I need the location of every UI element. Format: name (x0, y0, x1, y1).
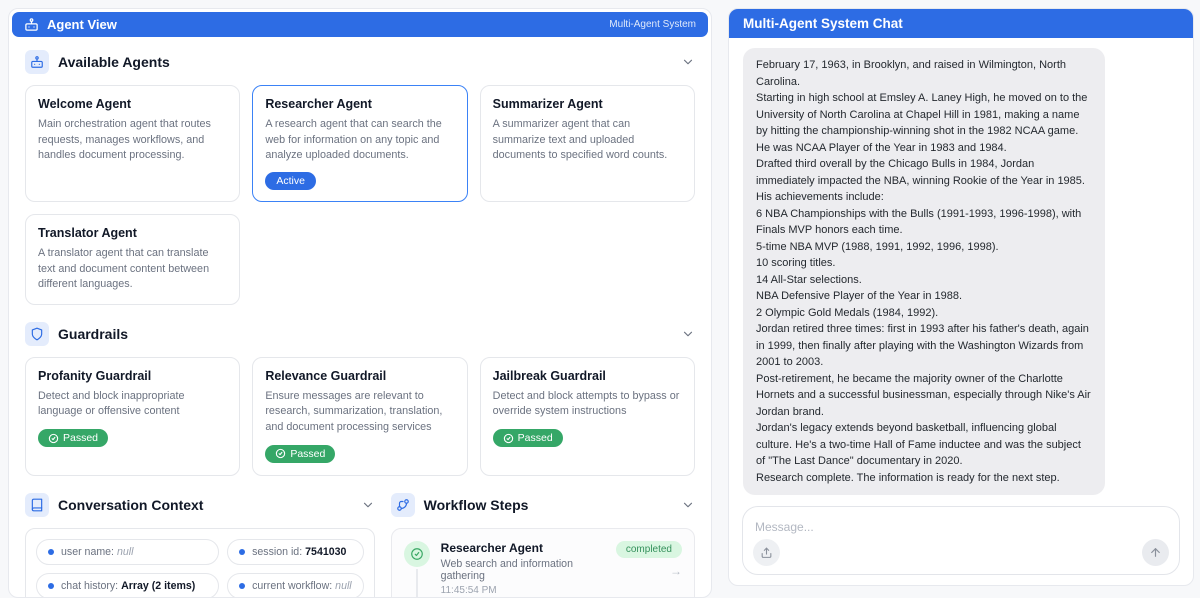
chat-header: Multi-Agent System Chat (729, 9, 1193, 38)
check-circle-icon (503, 433, 514, 444)
shield-icon (25, 322, 49, 346)
branch-icon (391, 493, 415, 517)
passed-badge: Passed (38, 429, 108, 447)
upload-icon (760, 546, 773, 559)
guardrail-name: Relevance Guardrail (265, 369, 454, 383)
chevron-down-icon[interactable] (361, 498, 375, 512)
message-composer (742, 506, 1180, 575)
section-title-workflow: Workflow Steps (424, 497, 681, 513)
agent-description: A research agent that can search the web… (265, 117, 454, 164)
robot-icon (24, 17, 39, 32)
chevron-down-icon[interactable] (681, 55, 695, 69)
workflow-card: Researcher Agent Web search and informat… (391, 528, 695, 598)
check-circle-icon (404, 541, 430, 567)
context-item-session-id: session id:7541030 (227, 539, 364, 565)
agent-card-summarizer[interactable]: Summarizer Agent A summarizer agent that… (480, 85, 695, 202)
available-agents-section: Available Agents Welcome Agent Main orch… (25, 50, 695, 305)
message-input[interactable] (755, 520, 1167, 534)
guardrail-description: Detect and block inappropriate language … (38, 389, 227, 420)
chat-messages[interactable]: February 17, 1963, in Brooklyn, and rais… (729, 38, 1193, 498)
chevron-down-icon[interactable] (681, 498, 695, 512)
guardrail-card-profanity[interactable]: Profanity Guardrail Detect and block ina… (25, 357, 240, 476)
context-item-user-name: user name:null (36, 539, 219, 565)
agent-name: Translator Agent (38, 226, 227, 240)
agent-name: Summarizer Agent (493, 97, 682, 111)
send-button[interactable] (1142, 539, 1169, 566)
status-badge: completed (616, 541, 682, 558)
step-description: Web search and information gathering (441, 558, 616, 582)
connector-line (416, 569, 418, 598)
workflow-steps-section: Workflow Steps Researcher Agent Web sear (391, 493, 695, 598)
guardrail-card-jailbreak[interactable]: Jailbreak Guardrail Detect and block att… (480, 357, 695, 476)
guardrail-description: Ensure messages are relevant to research… (265, 389, 454, 436)
bullet-icon (48, 583, 54, 589)
chat-panel: Multi-Agent System Chat February 17, 196… (728, 8, 1194, 586)
agent-description: A summarizer agent that can summarize te… (493, 117, 682, 164)
robot-icon (25, 50, 49, 74)
arrow-up-icon (1149, 546, 1162, 559)
book-icon (25, 493, 49, 517)
page-title: Agent View (47, 17, 609, 32)
agent-card-translator[interactable]: Translator Agent A translator agent that… (25, 214, 240, 305)
workflow-step-researcher[interactable]: Researcher Agent Web search and informat… (404, 541, 682, 598)
bullet-icon (239, 583, 245, 589)
agent-name: Welcome Agent (38, 97, 227, 111)
active-badge: Active (265, 172, 316, 190)
passed-badge: Passed (265, 445, 335, 463)
section-title-guardrails: Guardrails (58, 326, 681, 342)
guardrail-description: Detect and block attempts to bypass or o… (493, 389, 682, 420)
conversation-context-section: Conversation Context user name:null sess… (25, 493, 375, 598)
arrow-right-icon: → (670, 564, 682, 578)
guardrail-name: Jailbreak Guardrail (493, 369, 682, 383)
passed-badge: Passed (493, 429, 563, 447)
step-name: Researcher Agent (441, 541, 616, 555)
bullet-icon (239, 549, 245, 555)
app-name: Multi-Agent System (609, 19, 696, 30)
upload-button[interactable] (753, 539, 780, 566)
agent-card-researcher[interactable]: Researcher Agent A research agent that c… (252, 85, 467, 202)
agent-view-header: Agent View Multi-Agent System (12, 12, 708, 37)
bullet-icon (48, 549, 54, 555)
agent-card-welcome[interactable]: Welcome Agent Main orchestration agent t… (25, 85, 240, 202)
agent-description: Main orchestration agent that routes req… (38, 117, 227, 164)
context-card: user name:null session id:7541030 chat h… (25, 528, 375, 598)
check-circle-icon (48, 433, 59, 444)
agent-message: February 17, 1963, in Brooklyn, and rais… (743, 48, 1105, 495)
section-title-context: Conversation Context (58, 497, 361, 513)
agent-name: Researcher Agent (265, 97, 454, 111)
chevron-down-icon[interactable] (681, 327, 695, 341)
context-item-current-workflow: current workflow:null (227, 573, 364, 598)
agent-view-panel: Agent View Multi-Agent System Available … (8, 8, 712, 598)
guardrails-section: Guardrails Profanity Guardrail Detect an… (25, 322, 695, 476)
agent-description: A translator agent that can translate te… (38, 246, 227, 293)
step-time: 11:45:54 PM (441, 585, 616, 596)
guardrail-name: Profanity Guardrail (38, 369, 227, 383)
section-title-agents: Available Agents (58, 54, 681, 70)
guardrail-card-relevance[interactable]: Relevance Guardrail Ensure messages are … (252, 357, 467, 476)
context-item-chat-history: chat history:Array (2 items) (36, 573, 219, 598)
check-circle-icon (275, 448, 286, 459)
